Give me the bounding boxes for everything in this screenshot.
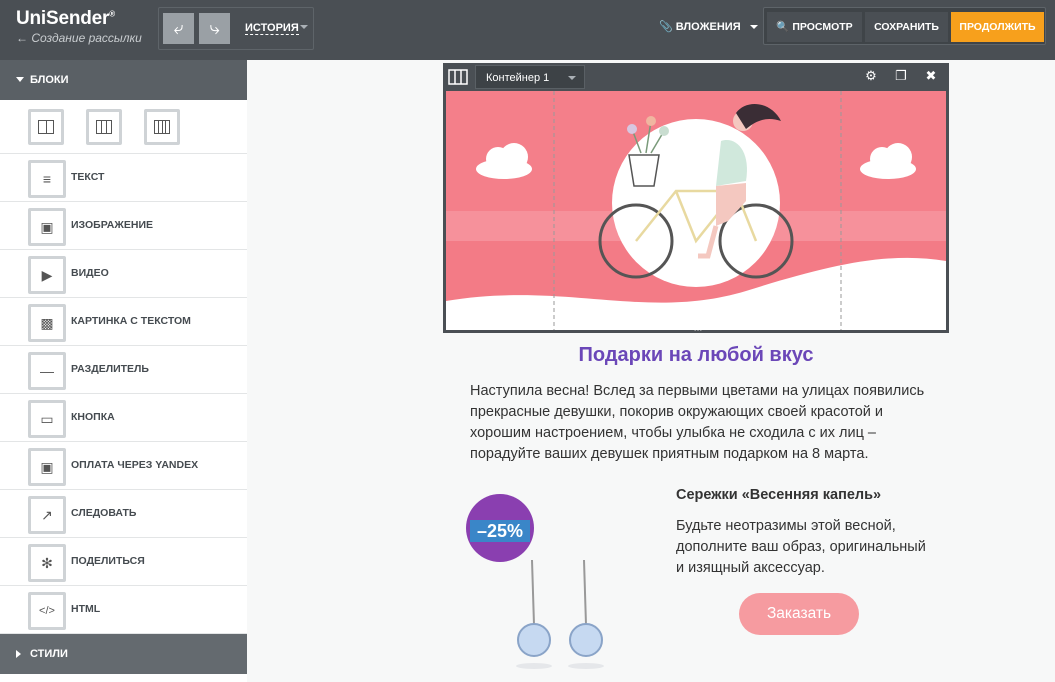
- history-group: ⤶ ⤷ ИСТОРИЯ: [158, 7, 314, 50]
- logo-text: UniSender: [16, 8, 110, 29]
- save-button[interactable]: СОХРАНИТЬ: [865, 12, 948, 42]
- two-column-icon: [38, 120, 54, 134]
- block-label: КАРТИНКА С ТЕКСТОМ: [71, 315, 191, 327]
- block-label: HTML: [71, 603, 101, 615]
- block-follow[interactable]: ↗ СЛЕДОВАТЬ: [0, 490, 247, 538]
- block-button[interactable]: ▭ КНОПКА: [0, 394, 247, 442]
- logo-mark: ®: [109, 9, 115, 19]
- discount-badge: –25%: [466, 494, 534, 562]
- two-column-block[interactable]: [28, 109, 64, 145]
- chevron-down-icon: [749, 25, 758, 30]
- back-link[interactable]: ← Создание рассылки: [16, 31, 142, 45]
- block-label: ТЕКСТ: [71, 171, 105, 183]
- sidebar: БЛОКИ ≡ ТЕКСТ ▣ ИЗОБРАЖЕНИЕ ▶ ВИДЕО ▩ КА…: [0, 60, 247, 682]
- wallet-icon: ▣: [28, 448, 66, 486]
- product-description: Будьте неотразимы этой весной, дополните…: [676, 518, 926, 576]
- chevron-down-icon: [16, 77, 24, 82]
- block-label: ИЗОБРАЖЕНИЕ: [71, 219, 153, 231]
- continue-button[interactable]: ПРОДОЛЖИТЬ: [951, 12, 1044, 42]
- image-icon: ▣: [28, 208, 66, 246]
- chevron-down-icon: [568, 76, 576, 80]
- banner-image: [446, 91, 946, 330]
- blocks-header-label: БЛОКИ: [30, 74, 69, 86]
- product-image: –25%: [466, 494, 604, 669]
- drag-handle[interactable]: •••: [690, 326, 706, 334]
- banner-container[interactable]: •••: [443, 91, 949, 334]
- container-toolbar: Контейнер 1 ⚙ ❐ ✖: [443, 63, 949, 91]
- product-title: Сережки «Весенняя капель»: [676, 487, 882, 503]
- undo-button[interactable]: ⤶: [163, 13, 194, 44]
- block-yandex-payment[interactable]: ▣ ОПЛАТА ЧЕРЕЗ YANDEX: [0, 442, 247, 490]
- block-share[interactable]: ✻ ПОДЕЛИТЬСЯ: [0, 538, 247, 586]
- column-layouts: [0, 100, 247, 154]
- redo-button[interactable]: ⤷: [199, 13, 230, 44]
- block-image[interactable]: ▣ ИЗОБРАЖЕНИЕ: [0, 202, 247, 250]
- block-label: ВИДЕО: [71, 267, 109, 279]
- four-column-block[interactable]: [144, 109, 180, 145]
- text-icon: ≡: [28, 160, 66, 198]
- preview-label: ПРОСМОТР: [792, 21, 853, 33]
- email-canvas: Контейнер 1 ⚙ ❐ ✖ ••• Подарки на любой в…: [247, 60, 1055, 682]
- block-label: СЛЕДОВАТЬ: [71, 507, 137, 519]
- styles-header[interactable]: СТИЛИ: [0, 634, 247, 674]
- attachments-label: ВЛОЖЕНИЯ: [675, 21, 741, 33]
- block-video[interactable]: ▶ ВИДЕО: [0, 250, 247, 298]
- block-divider[interactable]: — РАЗДЕЛИТЕЛЬ: [0, 346, 247, 394]
- button-icon: ▭: [28, 400, 66, 438]
- block-label: ОПЛАТА ЧЕРЕЗ YANDEX: [71, 459, 199, 471]
- gear-icon[interactable]: ⚙: [863, 68, 879, 84]
- block-label: ПОДЕЛИТЬСЯ: [71, 555, 145, 567]
- paperclip-icon: 📎: [659, 21, 673, 33]
- preview-button[interactable]: 🔍 ПРОСМОТР: [767, 12, 862, 42]
- share-icon: ↗: [28, 496, 66, 534]
- video-icon: ▶: [28, 256, 66, 294]
- block-image-text[interactable]: ▩ КАРТИНКА С ТЕКСТОМ: [0, 298, 247, 346]
- close-icon[interactable]: ✖: [923, 68, 939, 84]
- logo[interactable]: UniSender® ← Создание рассылки: [16, 8, 142, 45]
- divider-icon: —: [28, 352, 66, 390]
- styles-header-label: СТИЛИ: [30, 648, 68, 660]
- redo-icon: ⤷: [209, 18, 220, 38]
- image-text-icon: ▩: [28, 304, 66, 342]
- three-column-icon: [96, 120, 112, 134]
- chevron-right-icon: [16, 650, 21, 658]
- block-label: РАЗДЕЛИТЕЛЬ: [71, 363, 149, 375]
- email-intro: Наступила весна! Вслед за первыми цветам…: [470, 383, 925, 462]
- blocks-header[interactable]: БЛОКИ: [0, 60, 247, 100]
- attachments-button[interactable]: 📎 ВЛОЖЕНИЯ: [659, 20, 758, 33]
- block-label: КНОПКА: [71, 411, 115, 423]
- actions-group: 🔍 ПРОСМОТР СОХРАНИТЬ ПРОДОЛЖИТЬ: [763, 7, 1046, 45]
- search-icon: 🔍: [776, 21, 790, 33]
- email-title: Подарки на любой вкус: [578, 344, 814, 366]
- container-select[interactable]: Контейнер 1: [475, 65, 585, 89]
- undo-icon: ⤶: [173, 18, 184, 38]
- block-html[interactable]: </> HTML: [0, 586, 247, 634]
- block-text[interactable]: ≡ ТЕКСТ: [0, 154, 247, 202]
- columns-icon[interactable]: [447, 67, 469, 87]
- chevron-down-icon[interactable]: [300, 25, 308, 29]
- twitter-icon: ✻: [28, 544, 66, 582]
- top-bar: UniSender® ← Создание рассылки ⤶ ⤷ ИСТОР…: [0, 0, 1055, 60]
- discount-text: –25%: [477, 521, 523, 541]
- code-icon: </>: [28, 592, 66, 630]
- three-column-block[interactable]: [86, 109, 122, 145]
- four-column-icon: [154, 120, 170, 134]
- container-select-value: Контейнер 1: [486, 72, 550, 84]
- order-button[interactable]: Заказать: [739, 593, 859, 635]
- duplicate-icon[interactable]: ❐: [893, 68, 909, 84]
- history-dropdown[interactable]: ИСТОРИЯ: [245, 22, 299, 35]
